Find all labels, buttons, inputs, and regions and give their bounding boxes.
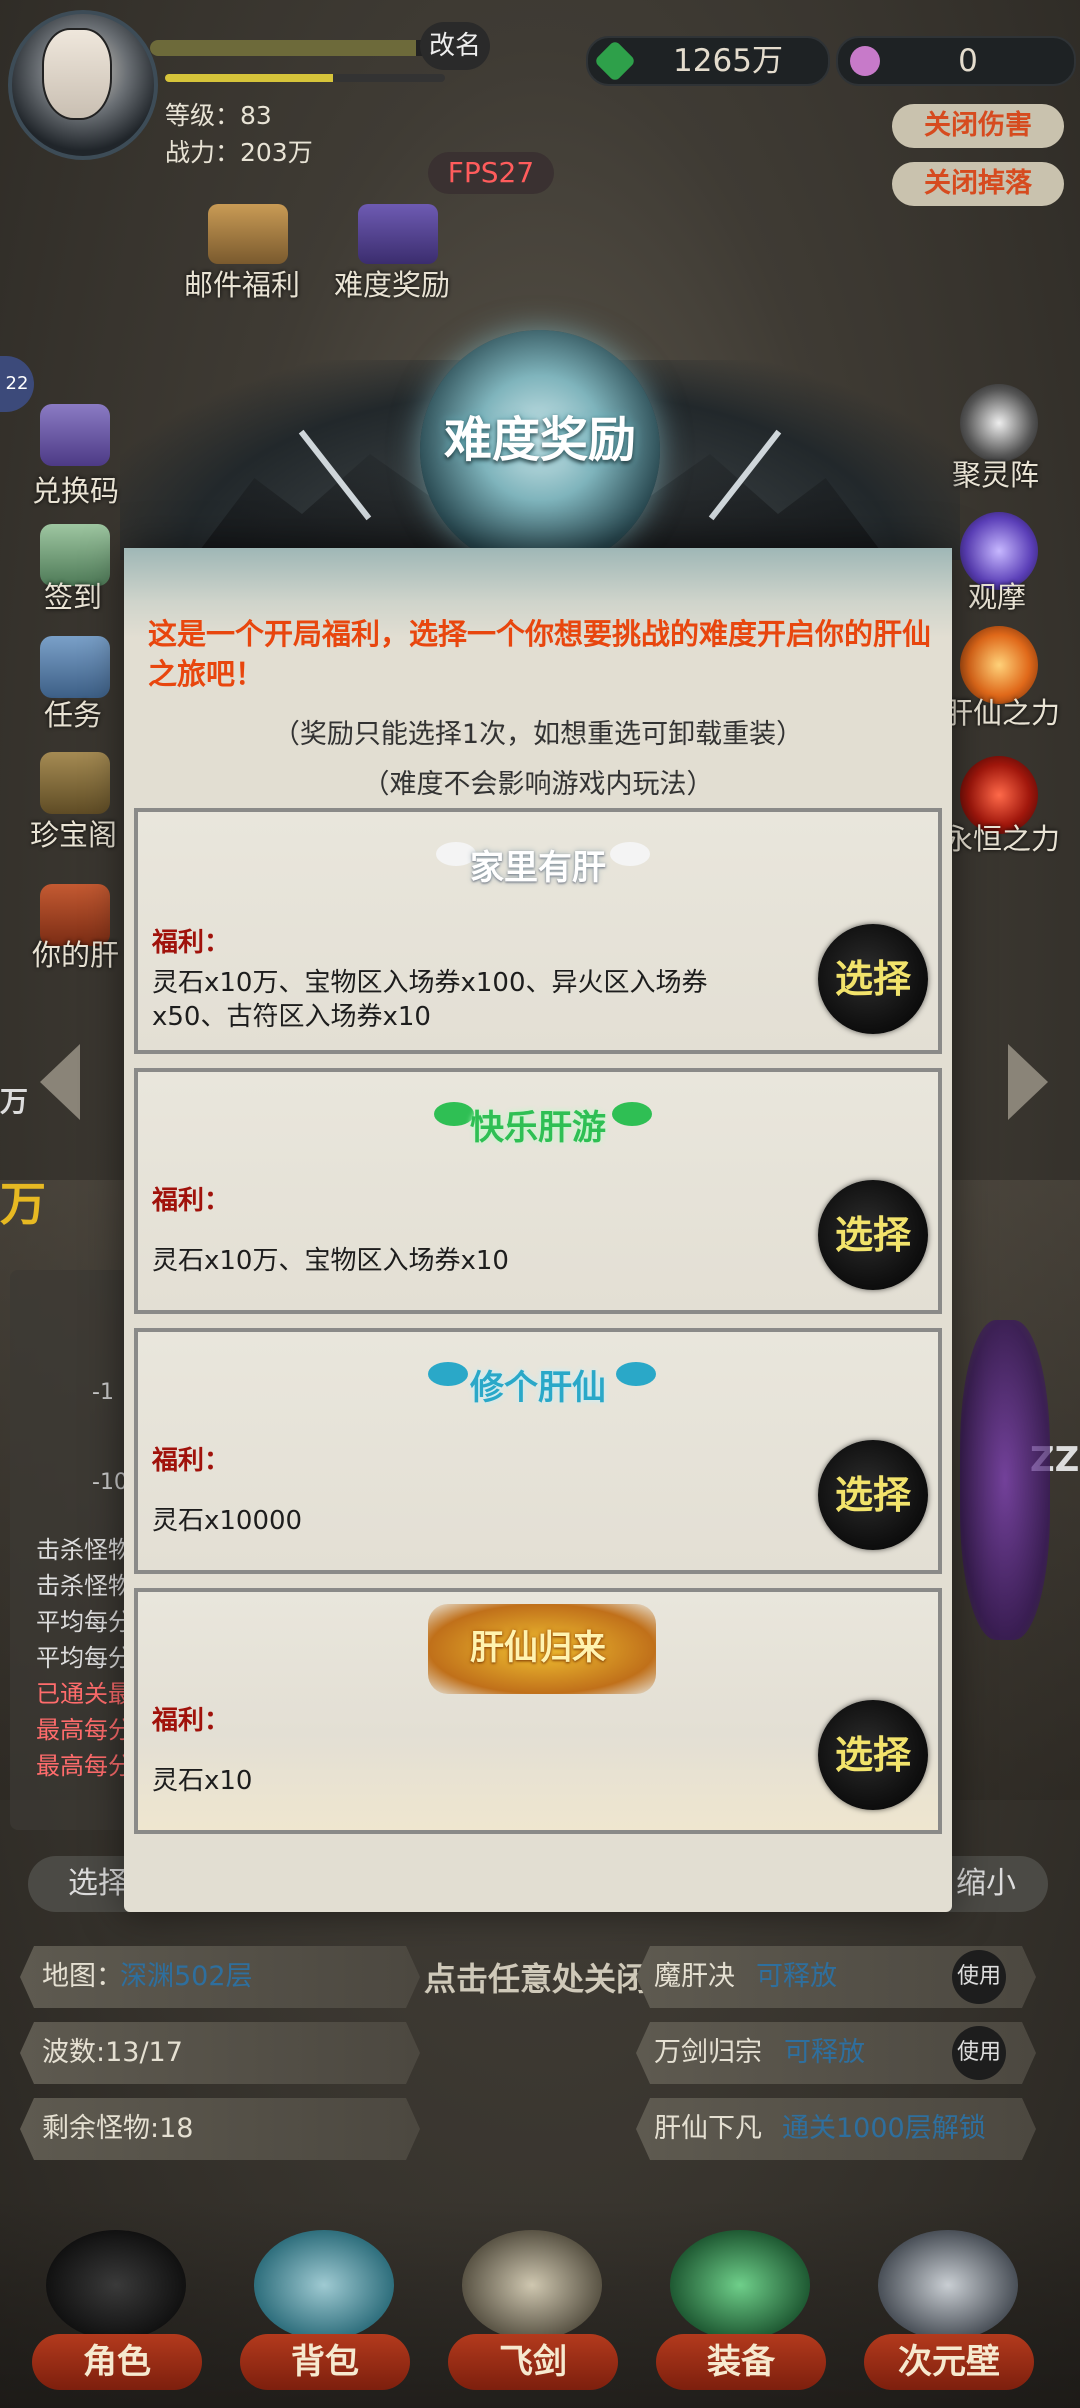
bag-icon[interactable] bbox=[254, 2230, 394, 2340]
skill-name: 肝仙下凡 bbox=[654, 2113, 762, 2144]
skill-name: 魔肝决 bbox=[654, 1961, 735, 1992]
right-menu-spirit-array[interactable]: 聚灵阵 bbox=[952, 452, 1039, 494]
rename-button[interactable]: 改名 bbox=[420, 22, 490, 70]
skill-pill: 肝仙下凡 通关1000层解锁 bbox=[636, 2098, 1036, 2160]
gem-counter: 0 bbox=[836, 36, 1076, 86]
wave-count: 波数:13/17 bbox=[42, 2037, 183, 2068]
left-menu-signin[interactable]: 签到 bbox=[44, 574, 102, 616]
nav-dimension-wall[interactable]: 次元壁 bbox=[864, 2334, 1034, 2390]
spirit-array-icon[interactable] bbox=[960, 384, 1038, 462]
mail-chest-icon[interactable] bbox=[208, 204, 288, 264]
scroll-left-arrow-icon[interactable] bbox=[40, 1044, 80, 1120]
skill-name: 万剑归宗 bbox=[654, 2037, 762, 2068]
map-label: 地图： bbox=[42, 1961, 123, 1992]
skill-status: 可释放 bbox=[756, 1961, 837, 1992]
difficulty-title: 快乐肝游 bbox=[470, 1108, 606, 1148]
left-menu-liver[interactable]: 你的肝 bbox=[32, 932, 119, 974]
benefit-label: 福利： bbox=[152, 928, 231, 958]
select-button[interactable]: 选择 bbox=[818, 924, 928, 1034]
modal-intro-text: 这是一个开局福利，选择一个你想要挑战的难度开启你的肝仙之旅吧！ bbox=[148, 617, 932, 691]
bg-fragment-wan: 万 bbox=[0, 1085, 29, 1118]
remaining-monsters: 剩余怪物:18 bbox=[42, 2113, 194, 2144]
redeem-code-icon[interactable] bbox=[40, 404, 110, 466]
player-level: 等级：83 bbox=[165, 101, 272, 130]
bg-stats-text: 击杀怪物 击杀怪物 平均每分 平均每分 已通关最 最高每分 最高每分 bbox=[36, 1536, 126, 1780]
character-icon[interactable] bbox=[46, 2230, 186, 2340]
select-button[interactable]: 选择 bbox=[818, 1700, 928, 1810]
difficulty-title: 肝仙归来 bbox=[470, 1628, 606, 1668]
stone-counter: 1265万 bbox=[586, 36, 830, 86]
right-menu-liver-power[interactable]: 肝仙之力 bbox=[944, 690, 1060, 732]
remaining-info-pill: 剩余怪物:18 bbox=[20, 2098, 420, 2160]
benefit-text: 灵石x10万、宝物区入场券x100、异火区入场券x50、古符区入场券x10 bbox=[152, 968, 708, 1032]
equipment-icon[interactable] bbox=[670, 2230, 810, 2340]
right-menu-eternal-power[interactable]: 永恒之力 bbox=[944, 816, 1060, 858]
left-menu-task[interactable]: 任务 bbox=[44, 692, 102, 734]
wing-right-icon bbox=[610, 842, 650, 866]
use-skill-button[interactable]: 使用 bbox=[952, 1950, 1006, 2004]
hp-bar-fill bbox=[150, 40, 416, 56]
difficulty-option-card: 快乐肝游 福利： 灵石x10万、宝物区入场券x10 选择 bbox=[134, 1068, 942, 1314]
benefit-label: 福利： bbox=[152, 1706, 231, 1736]
difficulty-title: 家里有肝 bbox=[470, 848, 606, 888]
difficulty-title: 修个肝仙 bbox=[470, 1368, 606, 1408]
right-menu-observe[interactable]: 观摩 bbox=[968, 574, 1026, 616]
skill-status: 可释放 bbox=[784, 2037, 865, 2068]
difficulty-reward-label[interactable]: 难度奖励 bbox=[334, 262, 450, 304]
bg-fragment-minus10: -10 bbox=[92, 1470, 128, 1495]
gem-amount: 0 bbox=[958, 43, 978, 79]
benefit-label: 福利： bbox=[152, 1186, 231, 1216]
bg-fragment-minus1: -1 bbox=[92, 1380, 114, 1405]
purple-gem-icon bbox=[850, 46, 880, 76]
dimension-wall-icon[interactable] bbox=[878, 2230, 1018, 2340]
benefit-text: 灵石x10000 bbox=[152, 1506, 303, 1536]
map-value: 深渊502层 bbox=[120, 1961, 253, 1992]
nav-flying-sword[interactable]: 飞剑 bbox=[448, 2334, 618, 2390]
toggle-drop-button[interactable]: 关闭掉落 bbox=[892, 162, 1064, 206]
bg-monster bbox=[960, 1320, 1050, 1640]
benefit-label: 福利： bbox=[152, 1446, 231, 1476]
fps-counter: FPS27 bbox=[428, 152, 554, 194]
nav-equipment[interactable]: 装备 bbox=[656, 2334, 826, 2390]
toggle-damage-button[interactable]: 关闭伤害 bbox=[892, 104, 1064, 148]
hp-bar bbox=[150, 40, 445, 56]
skill-pill: 魔肝决 可释放 使用 bbox=[636, 1946, 1036, 2008]
nav-character[interactable]: 角色 bbox=[32, 2334, 202, 2390]
map-info-pill: 地图： 深渊502层 bbox=[20, 1946, 420, 2008]
flying-sword-icon[interactable] bbox=[462, 2230, 602, 2340]
avatar-face bbox=[42, 28, 112, 120]
scroll-right-arrow-icon[interactable] bbox=[1008, 1044, 1048, 1120]
player-power: 战力：203万 bbox=[165, 138, 313, 167]
skill-status: 通关1000层解锁 bbox=[782, 2113, 986, 2144]
task-scroll-icon[interactable] bbox=[40, 636, 110, 698]
close-hint[interactable]: 点击任意处关闭 bbox=[424, 1954, 656, 2000]
wing-right-icon bbox=[612, 1102, 652, 1126]
left-menu-redeem[interactable]: 兑换码 bbox=[32, 468, 119, 510]
modal-title: 难度奖励 bbox=[443, 412, 636, 468]
difficulty-option-card: 修个肝仙 福利： 灵石x10000 选择 bbox=[134, 1328, 942, 1574]
bg-fragment-wan-big: 万 bbox=[0, 1177, 46, 1231]
treasure-pavilion-icon[interactable] bbox=[40, 752, 110, 814]
wing-right-icon bbox=[616, 1362, 656, 1386]
side-badge[interactable]: 22 bbox=[0, 356, 34, 412]
difficulty-option-card: 肝仙归来 福利： 灵石x10 选择 bbox=[134, 1588, 942, 1834]
difficulty-chest-icon[interactable] bbox=[358, 204, 438, 264]
exp-bar-fill bbox=[165, 74, 333, 82]
benefit-text: 灵石x10万、宝物区入场券x10 bbox=[152, 1246, 509, 1276]
mail-reward-label[interactable]: 邮件福利 bbox=[184, 262, 300, 304]
exp-bar bbox=[165, 74, 445, 82]
nav-bag[interactable]: 背包 bbox=[240, 2334, 410, 2390]
select-button[interactable]: 选择 bbox=[818, 1440, 928, 1550]
use-skill-button[interactable]: 使用 bbox=[952, 2026, 1006, 2080]
benefit-text: 灵石x10 bbox=[152, 1766, 253, 1796]
skill-pill: 万剑归宗 可释放 使用 bbox=[636, 2022, 1036, 2084]
stone-amount: 1265万 bbox=[673, 43, 783, 79]
select-button[interactable]: 选择 bbox=[818, 1180, 928, 1290]
modal-note-reselect: （奖励只能选择1次，如想重选可卸载重装） bbox=[272, 719, 804, 750]
modal-note-gameplay: （难度不会影响游戏内玩法） bbox=[362, 769, 714, 800]
wave-info-pill: 波数:13/17 bbox=[20, 2022, 420, 2084]
difficulty-option-card: 家里有肝 福利： 灵石x10万、宝物区入场券x100、异火区入场券x50、古符区… bbox=[134, 808, 942, 1054]
left-menu-treasure[interactable]: 珍宝阁 bbox=[30, 812, 117, 854]
